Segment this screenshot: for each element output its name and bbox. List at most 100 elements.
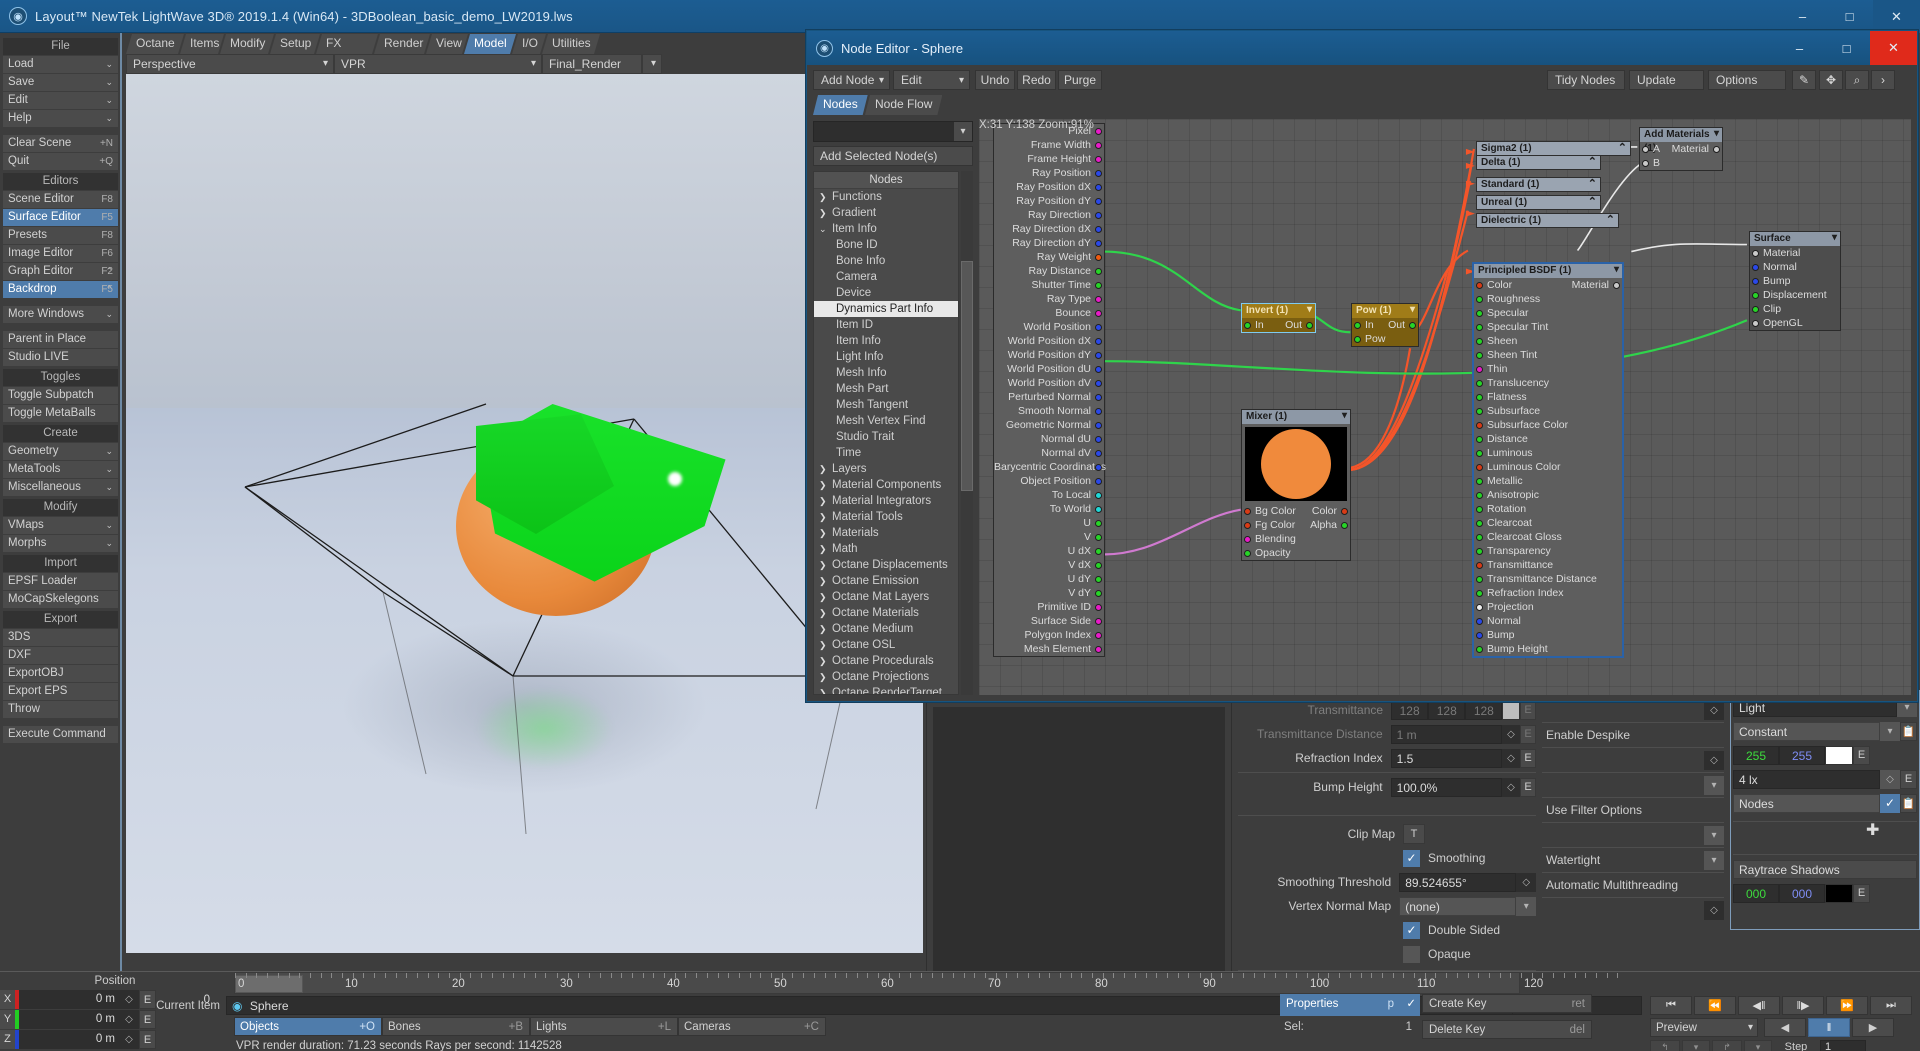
add-selected-nodes-button[interactable]: Add Selected Node(s) — [813, 146, 973, 166]
axis-label-x[interactable]: X — [0, 990, 15, 1009]
chevron-right-icon[interactable]: ❯ — [819, 525, 827, 541]
node-list-item-mesh-tangent[interactable]: Mesh Tangent — [814, 397, 958, 413]
opaque-checkbox[interactable] — [1403, 945, 1420, 963]
node-list-item-bone-id[interactable]: Bone ID — [814, 237, 958, 253]
port-dot[interactable] — [1476, 435, 1483, 443]
redo-button[interactable]: Redo — [1017, 70, 1056, 90]
port-dot[interactable] — [1476, 561, 1483, 569]
node-header[interactable]: Surface ▾ — [1750, 232, 1840, 246]
port-thin[interactable]: Thin — [1474, 362, 1622, 376]
tab-render[interactable]: Render — [374, 34, 430, 54]
chevron-right-icon[interactable]: ❯ — [819, 605, 827, 621]
port-world-position-du[interactable]: World Position dU — [994, 362, 1104, 376]
light-color-b[interactable]: 255 — [1779, 745, 1825, 765]
port-dot[interactable] — [1476, 477, 1483, 485]
node-header[interactable]: Invert (1) ▾ — [1242, 304, 1315, 318]
port-dot[interactable] — [1095, 449, 1102, 457]
smoothing-threshold-stepper-icon[interactable]: ◇ — [1516, 872, 1536, 892]
node-list-item-octane-procedurals[interactable]: ❯ Octane Procedurals — [814, 653, 958, 669]
purge-button[interactable]: Purge — [1058, 70, 1102, 90]
port-primitive-id[interactable]: Primitive ID — [994, 600, 1104, 614]
port-dot[interactable] — [1095, 589, 1102, 597]
port-ray-position-dy[interactable]: Ray Position dY — [994, 194, 1104, 208]
port-dot[interactable] — [1713, 145, 1720, 153]
eyedropper-icon[interactable]: ✎ — [1792, 70, 1816, 90]
sidebar-item-presets[interactable]: Presets F8 — [3, 227, 118, 244]
port-dot[interactable] — [1095, 351, 1102, 359]
tab-fx-tools[interactable]: FX Tools — [316, 34, 378, 54]
port-polygon-index[interactable]: Polygon Index — [994, 628, 1104, 642]
port-dot[interactable] — [1476, 281, 1483, 289]
sidebar-item-execute-command[interactable]: Execute Command — [3, 726, 118, 743]
port-dot[interactable] — [1095, 211, 1102, 219]
next-key-button[interactable]: ↱ — [1712, 1040, 1742, 1051]
chevron-down-icon[interactable]: ▾ — [1342, 409, 1347, 423]
node-invert[interactable]: Invert (1) ▾ In Out — [1241, 303, 1316, 333]
transmittance-distance-envelope-button[interactable]: E — [1520, 724, 1536, 744]
axis-envelope-button[interactable]: E — [139, 1030, 156, 1049]
port-shutter-time[interactable]: Shutter Time — [994, 278, 1104, 292]
node-list-item-octane-osl[interactable]: ❯ Octane OSL — [814, 637, 958, 653]
refraction-index-field[interactable]: 1.5 — [1390, 748, 1502, 768]
node-header[interactable]: Mixer (1) ▾ — [1242, 410, 1350, 424]
port-luminous[interactable]: Luminous — [1474, 446, 1622, 460]
port-dot[interactable] — [1244, 321, 1251, 329]
maximize-button[interactable]: □ — [1826, 0, 1873, 33]
tab-utilities[interactable]: Utilities — [542, 34, 600, 54]
node-list-item-math[interactable]: ❯ Math — [814, 541, 958, 557]
port-material[interactable]: Material — [1750, 246, 1840, 260]
automatic-multithreading-label[interactable]: Automatic Multithreading — [1542, 878, 1678, 892]
bump-height-envelope-button[interactable]: E — [1520, 777, 1536, 797]
sidebar-item-quit[interactable]: Quit +Q — [3, 153, 118, 170]
node-list-item-dynamics-part-info[interactable]: Dynamics Part Info — [814, 301, 958, 317]
port-to-world[interactable]: To World — [994, 502, 1104, 516]
sidebar-item-parent-in-place[interactable]: Parent in Place — [3, 331, 118, 348]
node-list-item-mesh-info[interactable]: Mesh Info — [814, 365, 958, 381]
chevron-down-icon[interactable]: ▾ — [1410, 303, 1415, 317]
node-list-item-octane-displacements[interactable]: ❯ Octane Displacements — [814, 557, 958, 573]
chevron-right-icon[interactable]: ❯ — [819, 589, 827, 605]
port-dot[interactable] — [1476, 351, 1483, 359]
chevron-down-icon[interactable]: ▾ — [1704, 775, 1724, 795]
raytrace-shadows-button[interactable]: Raytrace Shadows — [1733, 859, 1917, 879]
port-dot[interactable] — [1642, 145, 1649, 153]
node-list-item-gradient[interactable]: ❯ Gradient — [814, 205, 958, 221]
port-dot[interactable] — [1095, 365, 1102, 373]
port-color[interactable]: Color Material — [1474, 278, 1622, 292]
transmittance-distance-field[interactable]: 1 m — [1390, 724, 1502, 744]
refraction-index-envelope-button[interactable]: E — [1520, 748, 1536, 768]
port-transmittance-distance[interactable]: Transmittance Distance — [1474, 572, 1622, 586]
camera-select[interactable]: Final_Render — [542, 54, 642, 74]
axis-value-z[interactable]: 0 m — [19, 1030, 119, 1049]
step-value-field[interactable]: 1 — [1820, 1040, 1866, 1051]
sidebar-item-studio-live[interactable]: Studio LIVE — [3, 349, 118, 366]
node-collapsed-sigma2-1[interactable]: Sigma2 (1) ⌃ — [1476, 141, 1631, 156]
add-node-button[interactable]: Add Node ▾ — [813, 70, 890, 90]
port-dot[interactable] — [1476, 449, 1483, 457]
port-dot[interactable] — [1752, 319, 1759, 327]
port-dot[interactable] — [1354, 335, 1361, 343]
port-dot[interactable] — [1476, 393, 1483, 401]
light-nodes-field[interactable]: Nodes — [1733, 793, 1880, 813]
axis-stepper-icon[interactable]: ◇ — [119, 1030, 139, 1049]
preview-select[interactable]: Preview ▾ — [1650, 1018, 1758, 1037]
node-list-item-material-integrators[interactable]: ❯ Material Integrators — [814, 493, 958, 509]
port-dot[interactable] — [1752, 263, 1759, 271]
port-ray-weight[interactable]: Ray Weight — [994, 250, 1104, 264]
port-dot[interactable] — [1476, 491, 1483, 499]
tab-setup[interactable]: Setup — [270, 34, 320, 54]
sidebar-item-image-editor[interactable]: Image Editor F6 — [3, 245, 118, 262]
port-dot[interactable] — [1476, 421, 1483, 429]
port-dot[interactable] — [1476, 589, 1483, 597]
sidebar-item-help[interactable]: Help ⌄ — [3, 110, 118, 127]
sidebar-item-morphs[interactable]: Morphs ⌄ — [3, 535, 118, 552]
port-fg-color[interactable]: Fg Color Alpha — [1242, 518, 1350, 532]
chevron-up-icon[interactable]: ⌃ — [1588, 155, 1597, 169]
node-collapsed-standard-1[interactable]: Standard (1) ⌃ — [1476, 177, 1601, 192]
node-list-item-item-info[interactable]: Item Info — [814, 333, 958, 349]
chevron-down-icon[interactable]: ▾ — [1880, 721, 1900, 741]
chevron-down-icon[interactable]: ▾ — [1516, 896, 1536, 916]
port-specular-tint[interactable]: Specular Tint — [1474, 320, 1622, 334]
port-metallic[interactable]: Metallic — [1474, 474, 1622, 488]
transmittance-color-swatch[interactable] — [1502, 700, 1521, 720]
